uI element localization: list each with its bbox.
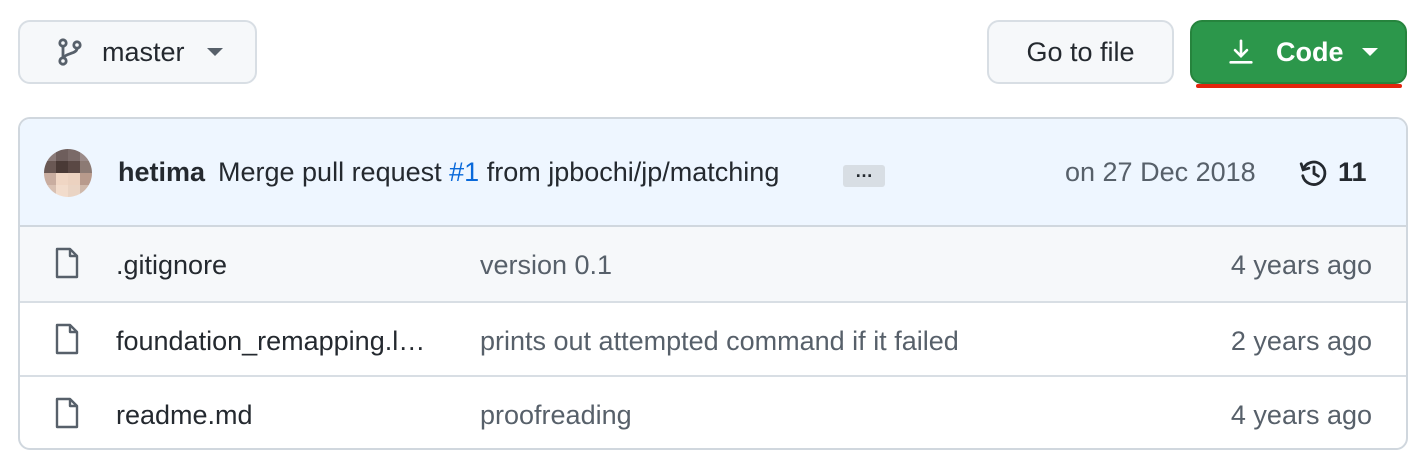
code-button[interactable]: Code <box>1190 20 1407 84</box>
git-branch-icon <box>54 36 86 68</box>
avatar[interactable] <box>44 149 92 197</box>
file-last-modified: 4 years ago <box>1230 250 1372 280</box>
file-name-link[interactable]: readme.md <box>116 400 456 431</box>
commit-date[interactable]: on 27 Dec 2018 <box>1065 157 1256 188</box>
file-icon <box>54 397 80 429</box>
code-button-label: Code <box>1276 36 1344 67</box>
commit-message-suffix[interactable]: from jpbochi/jp/matching <box>487 157 780 187</box>
go-to-file-button[interactable]: Go to file <box>987 20 1174 84</box>
download-icon <box>1226 36 1256 68</box>
branch-select-button[interactable]: master <box>18 20 257 84</box>
history-icon[interactable] <box>1298 157 1330 189</box>
latest-commit-bar: hetima Merge pull request #1 from jpboch… <box>20 119 1406 227</box>
file-commit-message-link[interactable]: version 0.1 <box>480 250 612 281</box>
chevron-down-icon <box>1361 48 1378 56</box>
highlight-underline <box>1196 84 1402 88</box>
file-last-modified: 4 years ago <box>1230 400 1372 430</box>
table-row[interactable]: readme.md proofreading 4 years ago <box>20 375 1406 448</box>
commit-history-count[interactable]: 11 <box>1338 157 1367 188</box>
expand-commit-message-button[interactable]: … <box>843 162 885 187</box>
table-row[interactable]: .gitignore version 0.1 4 years ago <box>20 227 1406 301</box>
pull-request-link[interactable]: #1 <box>449 157 479 187</box>
file-icon <box>54 247 80 279</box>
commit-message[interactable]: Merge pull request #1 from jpbochi/jp/ma… <box>218 157 779 188</box>
repo-file-list: hetima Merge pull request #1 from jpboch… <box>18 117 1408 450</box>
file-last-modified: 2 years ago <box>1230 326 1372 356</box>
file-name-link[interactable]: foundation_remapping.l… <box>116 326 456 357</box>
branch-name: master <box>102 36 185 67</box>
chevron-down-icon <box>206 48 223 56</box>
file-icon <box>54 323 80 355</box>
commit-author[interactable]: hetima <box>118 157 205 188</box>
file-commit-message-link[interactable]: prints out attempted command if it faile… <box>480 326 959 357</box>
file-commit-message-link[interactable]: proofreading <box>480 400 632 431</box>
commit-message-prefix[interactable]: Merge pull request <box>218 157 442 187</box>
file-name-link[interactable]: .gitignore <box>116 250 456 281</box>
table-row[interactable]: foundation_remapping.l… prints out attem… <box>20 301 1406 375</box>
